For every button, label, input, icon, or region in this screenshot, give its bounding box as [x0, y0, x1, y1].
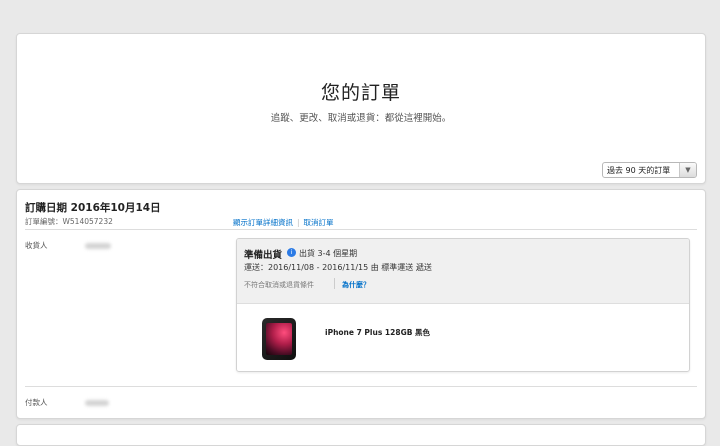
recipient-label: 收貨人 [25, 241, 48, 250]
order-date: 訂購日期 2016年10月14日 [25, 202, 161, 214]
recipient-name-redacted [85, 243, 111, 249]
cancel-order-link[interactable]: 取消訂單 [304, 218, 334, 227]
iphone-image [262, 318, 296, 360]
chevron-down-icon: ▼ [679, 163, 696, 177]
payer-label: 付款人 [25, 398, 48, 407]
policy-divider [334, 278, 335, 289]
product-name: iPhone 7 Plus 128GB 黑色 [325, 328, 431, 337]
why-link[interactable]: 為什麼？ [342, 280, 370, 290]
page-subtitle: 追蹤、更改、取消或退貨：都從這裡開始。 [270, 113, 452, 124]
shipment-box: 準備出貨 i 出貨 3-4 個星期 運送：2016/11/08 - 2016/1… [236, 238, 690, 372]
return-policy-note: 不符合取消或退貨條件 [244, 281, 314, 289]
order-card: 訂購日期 2016年10月14日 訂單編號：W514057232 顯示訂單詳細資… [16, 189, 706, 419]
info-icon[interactable]: i [287, 248, 296, 257]
delivery-window: 運送：2016/11/08 - 2016/11/15 由 標準運送 遞送 [244, 263, 432, 272]
iphone-screen [266, 323, 292, 355]
link-divider: | [297, 218, 300, 227]
orders-header-card: 您的訂單 追蹤、更改、取消或退貨：都從這裡開始。 過去 90 天的訂單 ▼ [16, 33, 706, 184]
show-order-details-link[interactable]: 顯示訂單詳細資訊 [233, 218, 293, 227]
order-period-select[interactable]: 過去 90 天的訂單 ▼ [602, 162, 697, 178]
section-divider [25, 386, 697, 387]
shipment-header: 準備出貨 i 出貨 3-4 個星期 運送：2016/11/08 - 2016/1… [237, 239, 689, 304]
shipment-status: 準備出貨 [244, 250, 283, 261]
order-actions: 顯示訂單詳細資訊 | 取消訂單 [233, 217, 334, 228]
shipment-eta: 出貨 3-4 個星期 [299, 249, 358, 258]
page-title: 您的訂單 [320, 82, 401, 104]
payer-name-redacted [85, 400, 109, 406]
section-divider [25, 229, 697, 230]
order-number: 訂單編號：W514057232 [25, 217, 113, 226]
next-order-card [16, 424, 706, 446]
order-period-value: 過去 90 天的訂單 [607, 166, 671, 175]
